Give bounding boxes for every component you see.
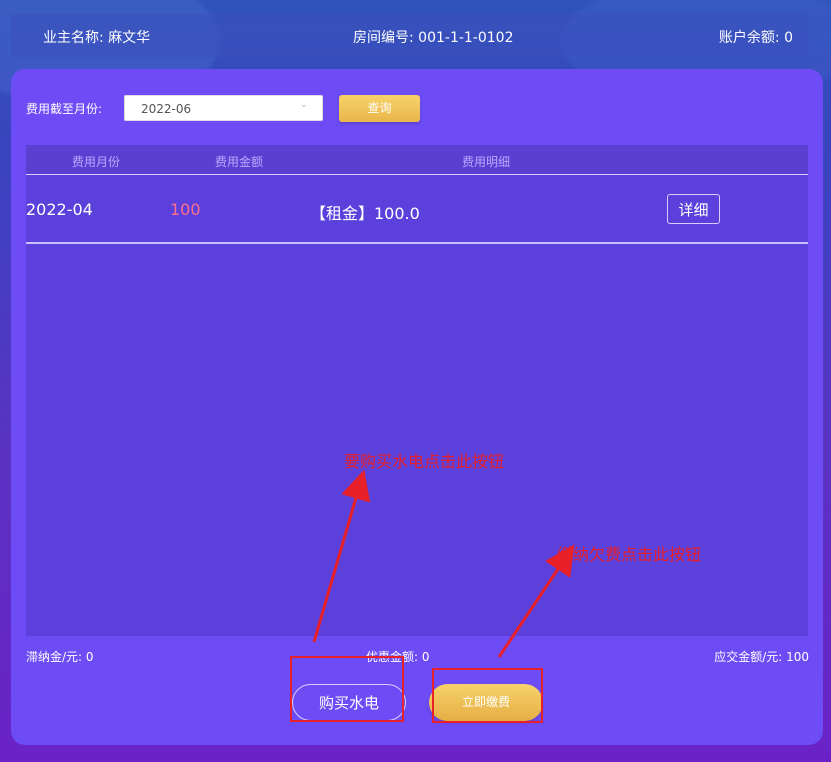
month-select[interactable]: 2022-06 ⌄	[124, 95, 323, 121]
pay-button-highlight-box	[432, 668, 543, 723]
amount-due: 应交金额/元: 100	[714, 650, 809, 664]
late-fee: 滞纳金/元: 0	[26, 650, 94, 664]
account-info-bar: 业主名称: 麻文华 房间编号: 001-1-1-0102 账户余额: 0	[11, 14, 809, 57]
column-header-detail: 费用明细	[462, 155, 511, 169]
buy-hint-text: 要购买水电点击此按钮	[344, 452, 505, 471]
fee-month-label: 费用截至月份:	[26, 102, 103, 116]
month-select-value: 2022-06	[141, 102, 192, 116]
pay-hint-text: 缴纳欠费点击此按钮	[557, 545, 702, 564]
column-header-month: 费用月份	[72, 155, 121, 169]
row-detail: 【租金】100.0	[310, 204, 420, 223]
buy-button-highlight-box	[290, 656, 404, 722]
column-header-amount: 费用金额	[215, 155, 264, 169]
fee-panel: 费用截至月份: 2022-06 ⌄ 查询 费用月份 费用金额 费用明细 2022…	[11, 69, 823, 745]
row-month: 2022-04	[26, 200, 93, 219]
table-row: 2022-04 100 【租金】100.0 详细	[26, 175, 808, 244]
account-balance: 账户余额: 0	[718, 30, 793, 46]
table-header: 费用月份 费用金额 费用明细	[26, 145, 808, 175]
room-number: 房间编号: 001-1-1-0102	[353, 30, 514, 46]
row-amount: 100	[170, 200, 201, 219]
query-button[interactable]: 查询	[339, 95, 420, 122]
owner-name: 业主名称: 麻文华	[43, 30, 151, 46]
detail-button[interactable]: 详细	[667, 194, 720, 224]
chevron-down-icon: ⌄	[299, 99, 308, 110]
